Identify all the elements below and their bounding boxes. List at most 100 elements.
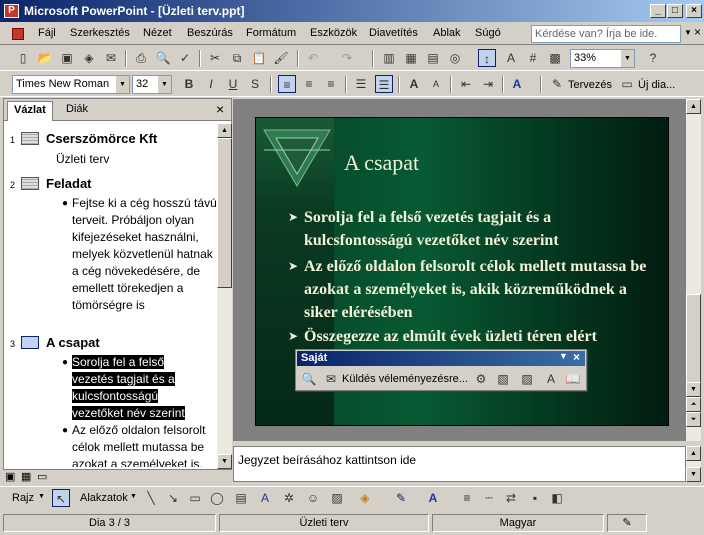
align-left-icon[interactable]: ≡ [278,75,296,93]
align-right-icon[interactable]: ≡ [322,75,340,93]
tool-icon[interactable]: ⚙ [472,370,490,388]
chevron-down-icon[interactable]: ▼ [38,493,45,500]
doc-close-icon[interactable]: × [694,25,701,39]
permission-icon[interactable]: ◈ [80,49,98,67]
normal-view-icon[interactable]: ▣ [5,470,15,483]
line-style-icon[interactable]: ≡ [458,489,476,507]
textbox-icon[interactable]: ▤ [232,489,250,507]
copy-icon[interactable]: ⧉ [228,49,246,67]
document-icon[interactable] [12,28,24,40]
insert-diagram-icon[interactable]: ◎ [446,49,464,67]
text-icon[interactable]: A [542,370,560,388]
bold-icon[interactable]: B [180,75,198,93]
scroll-up-icon[interactable]: ▲ [686,99,701,114]
scroll-up-icon[interactable]: ▲ [217,123,232,138]
slide-bullet[interactable]: Összegezze az elmúlt évek üzleti téren e… [304,325,654,348]
close-icon[interactable]: × [573,350,580,364]
italic-icon[interactable]: I [202,75,220,93]
powerpoint-app-icon[interactable]: P [4,4,19,18]
save-icon[interactable]: ▣ [58,49,76,67]
spelling-icon[interactable]: ✓ [176,49,194,67]
increase-indent-icon[interactable]: ⇥ [479,75,497,93]
numbering-icon[interactable]: ☰ [352,75,370,93]
expand-all-icon[interactable]: ↕ [478,49,496,67]
sorter-view-icon[interactable]: ▦ [21,470,31,483]
zoom-combo[interactable]: 33% ▼ [570,49,635,68]
print-preview-icon[interactable]: 🔍 [154,49,172,67]
diagram-icon[interactable]: ✲ [280,489,298,507]
wordart-icon[interactable]: A [256,489,274,507]
autoshapes-menu-button[interactable]: Alakzatok [80,492,128,504]
previous-slide-icon[interactable]: ⏶ [686,397,701,412]
slide-title[interactable]: A csapat [344,150,419,176]
outline-bullet-selected[interactable]: Sorolja fel a felső vezetés tagjait és a… [72,354,196,422]
outline-scrollbar[interactable]: ▲ ▼ [217,123,232,469]
menu-slideshow[interactable]: Diavetítés [369,27,418,39]
design-icon[interactable]: ✎ [548,75,566,93]
scroll-up-icon[interactable]: ▲ [686,446,701,461]
menu-edit[interactable]: Szerkesztés [70,27,130,39]
align-center-icon[interactable]: ≡ [300,75,318,93]
undo-icon[interactable]: ↶ [304,49,322,67]
arrow-icon[interactable]: ↘ [164,489,182,507]
bullets-icon[interactable]: ☰ [375,75,393,93]
email-icon[interactable]: ✉ [102,49,120,67]
grid-icon[interactable]: # [524,49,542,67]
send-for-review-button[interactable]: Küldés véleményezésre... [342,373,468,385]
line-icon[interactable]: ╲ [142,489,160,507]
outline-slide-title[interactable]: Cserszömörce Kft [46,131,157,146]
cut-icon[interactable]: ✂ [206,49,224,67]
chevron-down-icon[interactable]: ▼ [621,50,634,67]
paste-icon[interactable]: 📋 [250,49,268,67]
menu-file[interactable]: Fájl [38,27,56,39]
tab-outline[interactable]: Vázlat [7,101,53,121]
pane-close-icon[interactable]: × [216,101,224,117]
chevron-down-icon[interactable]: ▼ [116,76,129,93]
chevron-down-icon[interactable]: ▼ [559,351,568,361]
underline-icon[interactable]: U [224,75,242,93]
picture-icon[interactable]: ▨ [328,489,346,507]
slide-bullet[interactable]: Az előző oldalon felsorolt célok mellett… [304,255,654,324]
open-icon[interactable]: 📂 [36,49,54,67]
outline-content[interactable]: 1 Cserszömörce Kft Üzleti terv 2 Feladat… [4,123,217,467]
menu-format[interactable]: Formátum [246,27,296,39]
menu-tools[interactable]: Eszközök [310,27,357,39]
help-icon[interactable]: ? [644,49,662,67]
tool-icon[interactable]: ▨ [518,370,536,388]
scroll-thumb[interactable] [217,138,232,288]
maximize-button[interactable]: □ [667,4,683,18]
draw-menu-button[interactable]: Rajz [12,492,34,504]
new-icon[interactable]: ▯ [14,49,32,67]
increase-font-icon[interactable]: A [405,75,423,93]
slide-scrollbar[interactable]: ▲ ▼ ⏶ ⏷ [686,99,701,441]
shadow-style-icon[interactable]: ▪ [526,489,544,507]
clipart-icon[interactable]: ☺ [304,489,322,507]
outline-slide-title[interactable]: A csapat [46,335,100,350]
select-pointer-icon[interactable]: ↖ [52,489,70,507]
oval-icon[interactable]: ◯ [208,489,226,507]
font-combo[interactable]: Times New Roman ▼ [12,75,130,94]
outline-slide-title[interactable]: Feladat [46,176,92,191]
menu-window[interactable]: Ablak [433,27,461,39]
spelling-status-icon[interactable]: ✎ [607,514,647,532]
close-button[interactable]: × [686,4,702,18]
slide-icon[interactable] [21,336,39,349]
insert-table-icon[interactable]: ▦ [402,49,420,67]
outline-bullet[interactable]: Fejtse ki a cég hosszú távú terveit. Pró… [72,195,217,314]
redo-icon[interactable]: ↷ [338,49,356,67]
next-slide-icon[interactable]: ⏷ [686,412,701,427]
slide-icon[interactable] [21,132,39,145]
color-grayscale-icon[interactable]: ▩ [546,49,564,67]
scroll-down-icon[interactable]: ▼ [686,382,701,397]
tables-borders-icon[interactable]: ▤ [424,49,442,67]
font-size-combo[interactable]: 32 ▼ [132,75,172,94]
tool-icon[interactable]: ▧ [494,370,512,388]
fill-color-icon[interactable]: ◈ [356,489,374,507]
scroll-down-icon[interactable]: ▼ [217,454,232,469]
minimize-button[interactable]: _ [650,4,666,18]
chevron-down-icon[interactable]: ▼ [130,493,137,500]
outline-bullet[interactable]: Az előző oldalon felsorolt célok mellett… [72,422,217,467]
font-color-icon[interactable]: A [508,75,526,93]
scroll-thumb[interactable] [686,294,701,384]
book-icon[interactable]: 📖 [564,370,582,388]
